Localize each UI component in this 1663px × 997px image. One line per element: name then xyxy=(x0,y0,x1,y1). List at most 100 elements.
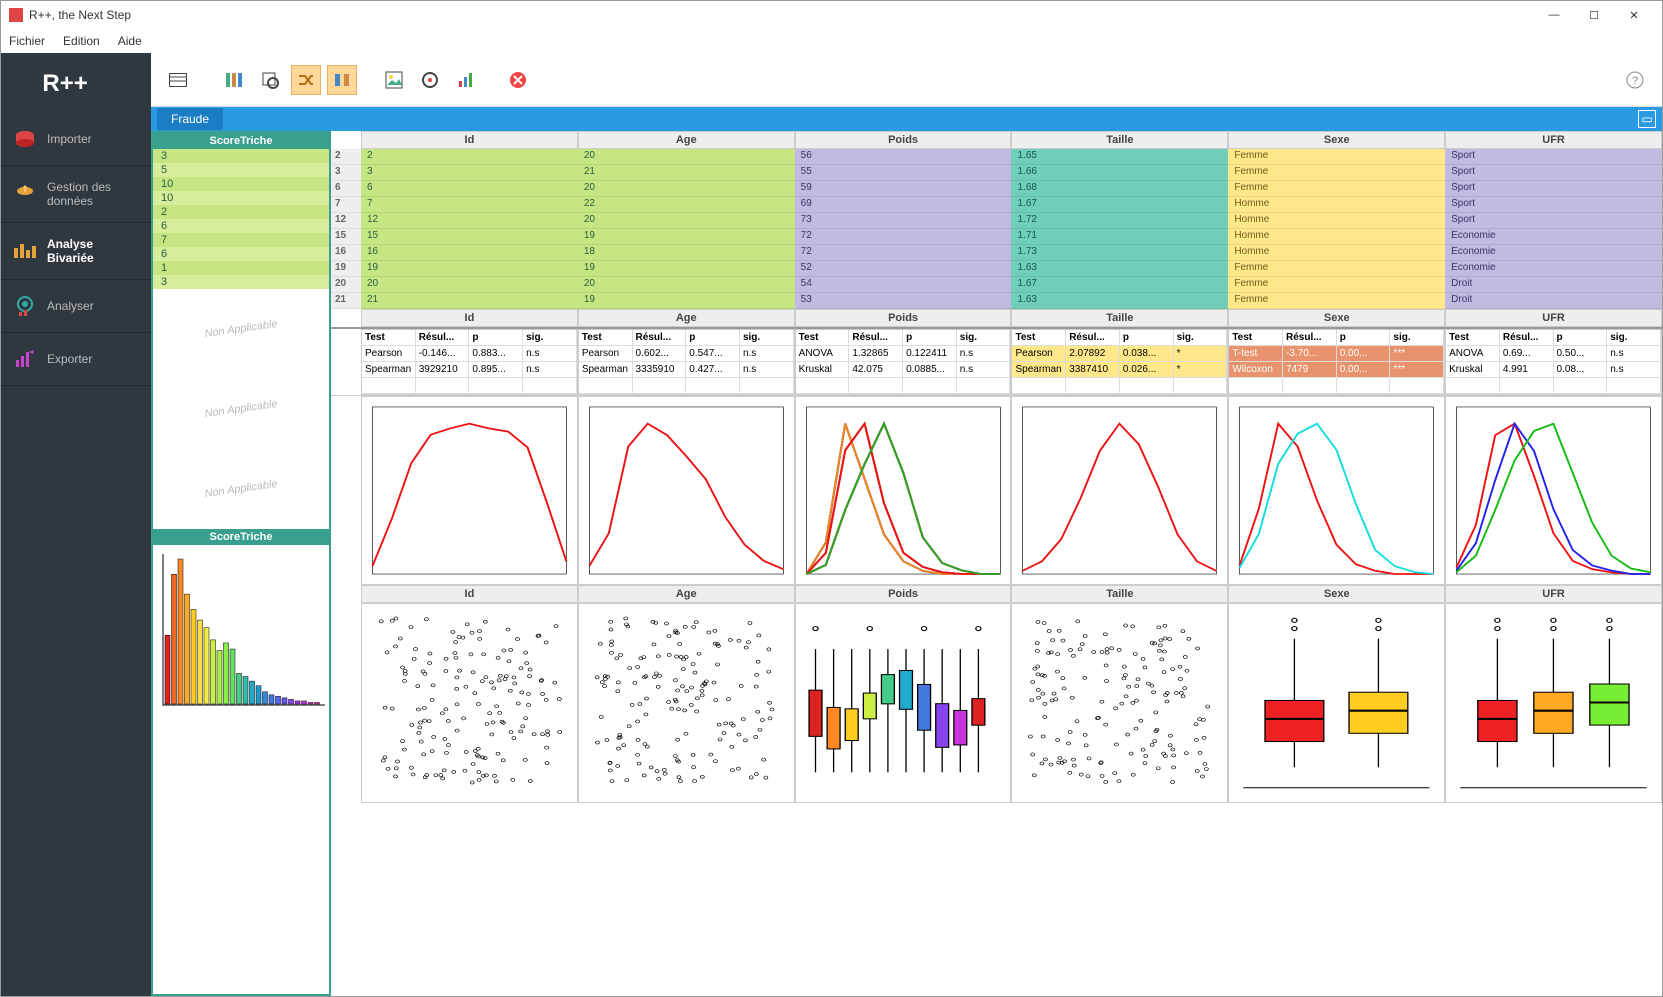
toolbar: ? xyxy=(151,53,1662,107)
tool-cancel-icon[interactable] xyxy=(503,65,533,95)
titlebar: R++, the Next Step — ☐ ✕ xyxy=(1,1,1662,29)
table-cell: 1.73 xyxy=(1011,245,1228,261)
table-cell: 69 xyxy=(795,197,1012,213)
stats-row: Wilcoxon74790.00...*** xyxy=(1229,362,1444,378)
score-row[interactable]: 6 xyxy=(153,219,329,233)
table-cell: 72 xyxy=(795,245,1012,261)
column-header[interactable]: UFR xyxy=(1446,132,1661,148)
bivariate-icon xyxy=(13,239,37,263)
score-row[interactable]: 3 xyxy=(153,149,329,163)
table-row[interactable]: 202020541.67FemmeDroit xyxy=(331,277,1662,293)
table-cell: Homme xyxy=(1228,213,1445,229)
density-chart xyxy=(1011,396,1228,585)
table-cell: 21 xyxy=(578,165,795,181)
sidebar-label: Exporter xyxy=(47,352,92,366)
stats-column-header: Taille xyxy=(1012,310,1227,326)
table-row[interactable]: 3321551.66FemmeSport xyxy=(331,165,1662,181)
sidebar-item-bivariee[interactable]: Analyse Bivariée xyxy=(1,223,151,280)
score-row[interactable]: 10 xyxy=(153,191,329,205)
tab-maximize-icon[interactable]: ▭ xyxy=(1638,110,1656,128)
svg-text:?: ? xyxy=(1632,75,1638,87)
tool-compare-icon[interactable] xyxy=(327,65,357,95)
stats-column-header: Sexe xyxy=(1229,310,1444,326)
minimize-button[interactable]: — xyxy=(1534,1,1574,29)
import-icon xyxy=(13,127,37,151)
chart-title: UFR xyxy=(1446,586,1661,602)
table-cell: 19 xyxy=(578,293,795,309)
table-row[interactable]: 161618721.73HommeEconomie xyxy=(331,245,1662,261)
table-cell: 2 xyxy=(361,149,578,165)
column-header[interactable]: Poids xyxy=(796,132,1011,148)
table-cell: 3 xyxy=(361,165,578,181)
density-chart xyxy=(1228,396,1445,585)
table-cell: 1.63 xyxy=(1011,293,1228,309)
tool-shuffle-icon[interactable] xyxy=(291,65,321,95)
table-cell: Homme xyxy=(1228,229,1445,245)
score-row[interactable]: 1 xyxy=(153,261,329,275)
sidebar-item-analyser[interactable]: Analyser xyxy=(1,280,151,333)
table-row[interactable]: 121220731.72HommeSport xyxy=(331,213,1662,229)
chart-title: Id xyxy=(362,586,577,602)
stats-column-header: Age xyxy=(579,310,794,326)
stats-row: Kruskal42.0750.0885...n.s xyxy=(796,362,1011,378)
table-cell: Femme xyxy=(1228,149,1445,165)
menu-fichier[interactable]: Fichier xyxy=(9,34,45,48)
chart-title: Taille xyxy=(1012,586,1227,602)
tab-fraude[interactable]: Fraude xyxy=(157,108,223,130)
sidebar-item-importer[interactable]: Importer xyxy=(1,113,151,166)
score-row[interactable]: 6 xyxy=(153,247,329,261)
score-row[interactable]: 5 xyxy=(153,163,329,177)
svg-text:R++: R++ xyxy=(42,70,87,97)
column-header[interactable]: Id xyxy=(362,132,577,148)
table-row[interactable]: 6620591.68FemmeSport xyxy=(331,181,1662,197)
column-header[interactable]: Age xyxy=(579,132,794,148)
stats-row: Spearman33874100.026...* xyxy=(1012,362,1227,378)
table-cell: 19 xyxy=(361,261,578,277)
tool-chart-icon[interactable] xyxy=(451,65,481,95)
menu-aide[interactable]: Aide xyxy=(118,34,142,48)
table-row[interactable]: 151519721.71HommeEconomie xyxy=(331,229,1662,245)
table-row[interactable]: 191919521.63FemmeEconomie xyxy=(331,261,1662,277)
table-cell: 1.67 xyxy=(1011,197,1228,213)
table-cell: 59 xyxy=(795,181,1012,197)
table-cell: 20 xyxy=(361,277,578,293)
tool-grid-icon[interactable] xyxy=(163,65,193,95)
chart-title: Poids xyxy=(796,586,1011,602)
column-header[interactable]: Sexe xyxy=(1229,132,1444,148)
distribution-chart xyxy=(1445,603,1662,803)
table-cell: 12 xyxy=(361,213,578,229)
score-panel: ScoreTriche 351010267613 Non Applicable … xyxy=(151,131,331,996)
close-button[interactable]: ✕ xyxy=(1614,1,1654,29)
table-cell: Homme xyxy=(1228,245,1445,261)
tool-help-icon[interactable]: ? xyxy=(1620,65,1650,95)
table-row[interactable]: 212119531.63FemmeDroit xyxy=(331,293,1662,309)
score-row[interactable]: 10 xyxy=(153,177,329,191)
table-cell: Femme xyxy=(1228,181,1445,197)
score-row[interactable]: 2 xyxy=(153,205,329,219)
tool-image-icon[interactable] xyxy=(379,65,409,95)
sidebar-item-gestion[interactable]: Gestion des données xyxy=(1,166,151,223)
table-cell: Economie xyxy=(1445,229,1662,245)
table-row[interactable]: 7722691.67HommeSport xyxy=(331,197,1662,213)
tool-target-icon[interactable] xyxy=(415,65,445,95)
table-cell: 20 xyxy=(578,213,795,229)
table-cell: Sport xyxy=(1445,213,1662,229)
sidebar-item-exporter[interactable]: Exporter xyxy=(1,333,151,386)
menu-edition[interactable]: Edition xyxy=(63,34,100,48)
table-row[interactable]: 2220561.65FemmeSport xyxy=(331,149,1662,165)
tool-inspect-icon[interactable] xyxy=(255,65,285,95)
column-header[interactable]: Taille xyxy=(1012,132,1227,148)
score-row[interactable]: 7 xyxy=(153,233,329,247)
tool-columns-icon[interactable] xyxy=(219,65,249,95)
tab-bar: Fraude ▭ xyxy=(151,107,1662,131)
density-chart xyxy=(795,396,1012,585)
table-cell: Femme xyxy=(1228,165,1445,181)
stats-row: Pearson2.078920.038...* xyxy=(1012,346,1227,362)
logo: R++ xyxy=(1,53,151,113)
sidebar-label: Analyser xyxy=(47,299,94,313)
maximize-button[interactable]: ☐ xyxy=(1574,1,1614,29)
table-cell: Droit xyxy=(1445,293,1662,309)
table-cell: Sport xyxy=(1445,197,1662,213)
chart-title: Age xyxy=(579,586,794,602)
table-cell: 19 xyxy=(578,261,795,277)
